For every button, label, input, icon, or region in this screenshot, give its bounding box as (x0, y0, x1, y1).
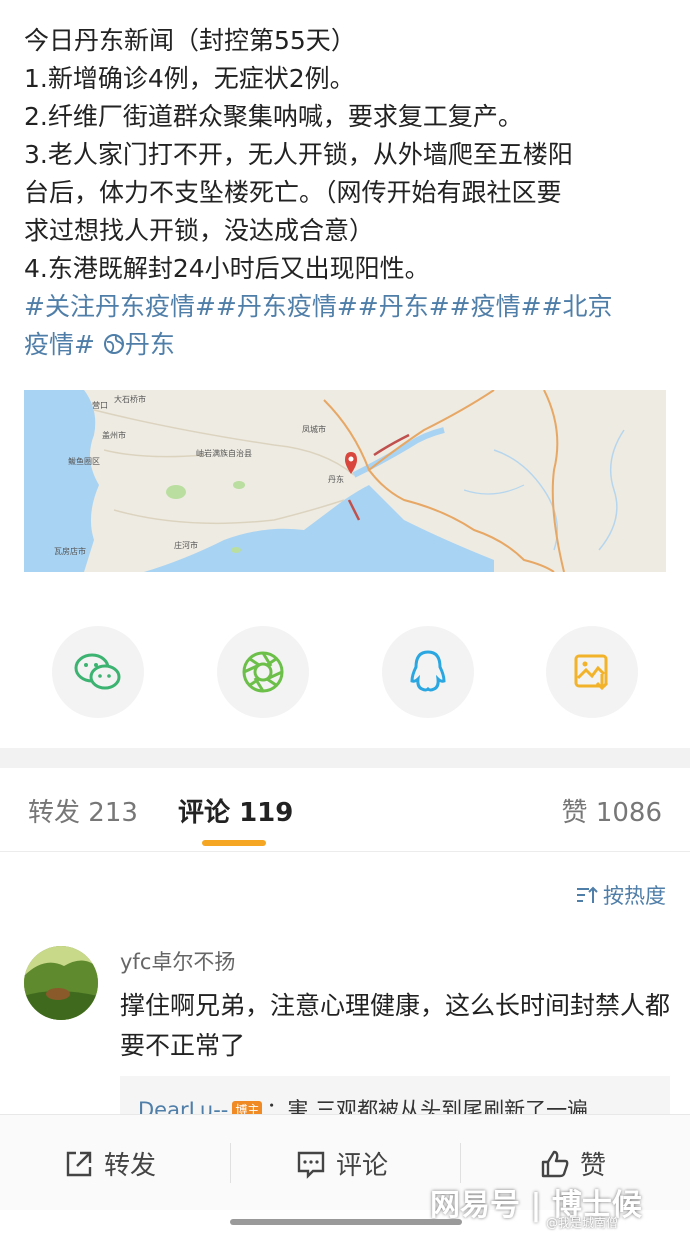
map-label: 瓦房店市 (54, 547, 86, 556)
comment-label: 评论 (336, 1151, 389, 1181)
map-label: 岫岩满族自治县 (196, 449, 252, 458)
map-label: 鲅鱼圈区 (68, 457, 100, 466)
post-line: 2.纤维厂街道群众聚集呐喊，要求复工复产。 (24, 102, 523, 131)
share-moments-button[interactable] (217, 626, 309, 718)
map-label: 庄河市 (174, 541, 198, 550)
share-qq-button[interactable] (382, 626, 474, 718)
map-label: 大石桥市 (114, 395, 146, 404)
save-image-icon (574, 654, 609, 691)
comment-text: 撑住啊兄弟，注意心理健康，这么长时间封禁人都要不正常了 (120, 991, 671, 1060)
tab-reposts[interactable]: 转发 213 (28, 792, 138, 829)
home-indicator[interactable] (230, 1219, 462, 1225)
sort-icon (577, 886, 598, 903)
wechat-icon (74, 653, 121, 690)
map-label: 营口 (92, 401, 108, 410)
hashtags-line[interactable]: 疫情# (24, 330, 95, 359)
comment-count: 119 (239, 798, 294, 828)
avatar[interactable] (24, 946, 98, 1020)
share-wechat-button[interactable] (52, 626, 144, 718)
map-label: 盖州市 (102, 431, 126, 440)
post-content: 今日丹东新闻（封控第55天） 1.新增确诊4例，无症状2例。 2.纤维厂街道群众… (24, 22, 674, 364)
location-link[interactable]: 丹东 (103, 330, 175, 359)
tab-label: 转发 (28, 798, 81, 828)
location-icon (103, 334, 124, 354)
bar-separator (460, 1143, 461, 1183)
repost-label: 转发 (104, 1151, 157, 1181)
active-tab-indicator (202, 840, 266, 846)
share-row (0, 626, 690, 718)
qq-icon (410, 650, 446, 692)
comment-icon (297, 1151, 325, 1179)
tab-comments[interactable]: 评论 119 (178, 792, 293, 829)
post-line: 3.老人家门打不开，无人开锁，从外墙爬至五楼阳 (24, 140, 573, 169)
comment-button[interactable]: 评论 (296, 1145, 388, 1182)
location-label: 丹东 (124, 330, 175, 359)
sort-by-hot-button[interactable]: 按热度 (575, 880, 666, 910)
post-line: 1.新增确诊4例，无症状2例。 (24, 64, 355, 93)
interaction-tabs: 转发 213 评论 119 赞 1086 (0, 768, 690, 852)
tab-label: 赞 (561, 798, 588, 828)
moments-icon (242, 651, 284, 693)
comment-username[interactable]: yfc卓尔不扬 (120, 946, 235, 976)
share-icon (66, 1151, 92, 1176)
like-count: 1086 (595, 798, 662, 828)
thumbs-up-icon (541, 1150, 569, 1177)
repost-count: 213 (88, 798, 138, 828)
watermark-user: @我是城南僧 (546, 1216, 619, 1230)
post-line: 4.东港既解封24小时后又出现阳性。 (24, 254, 430, 283)
save-image-button[interactable] (546, 626, 638, 718)
like-label: 赞 (580, 1151, 607, 1181)
bar-separator (230, 1143, 231, 1183)
post-line: 求过想找人开锁，没达成合意） (24, 216, 375, 245)
section-divider (0, 748, 690, 768)
tab-label: 评论 (178, 798, 231, 828)
post-line: 今日丹东新闻（封控第55天） (24, 26, 356, 55)
tab-likes[interactable]: 赞 1086 (562, 792, 662, 829)
repost-button[interactable]: 转发 (64, 1145, 156, 1182)
map-label: 丹东 (328, 475, 344, 484)
hashtags-line[interactable]: #关注丹东疫情##丹东疫情##丹东##疫情##北京 (24, 288, 674, 326)
map-label: 凤城市 (302, 425, 326, 434)
avatar-image (24, 946, 98, 1020)
location-map[interactable]: 营口 大石桥市 盖州市 鲅鱼圈区 岫岩满族自治县 凤城市 丹东 庄河市 瓦房店市 (24, 390, 666, 572)
sort-label: 按热度 (603, 884, 666, 908)
map-graphic (24, 390, 666, 572)
post-line: 台后，体力不支坠楼死亡。（网传开始有跟社区要 (24, 178, 562, 207)
like-button[interactable]: 赞 (540, 1145, 606, 1182)
